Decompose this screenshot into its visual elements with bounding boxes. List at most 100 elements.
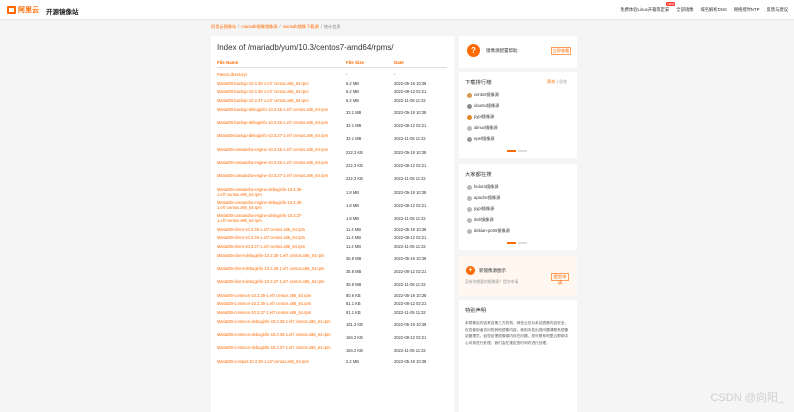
table-row: MariaDB-compat-10.3.35-1.el7.centos.x86_… xyxy=(217,359,447,365)
nav-item-trial[interactable]: 免费体验Linux开箱等定安 xyxy=(620,7,669,13)
table-row: MariaDB-common-10.3.35-1.el7.centos.x86_… xyxy=(217,293,447,299)
site-title: 开源镜像站 xyxy=(46,9,79,16)
nav-item-dns[interactable]: 域名解析DNS xyxy=(700,7,726,13)
file-date: - xyxy=(394,72,396,77)
file-size: 181.3 KB xyxy=(346,321,363,327)
popular-item-debian-ports[interactable]: debian-ports镜像源 xyxy=(467,228,510,234)
breadcrumb-mariadb-mirror[interactable]: mariadb镜像镜像源 xyxy=(241,24,277,30)
popular-item-deb[interactable]: deb镜像源 xyxy=(467,217,494,223)
breadcrumb-home[interactable]: 阿里云镜像站 xyxy=(211,24,236,30)
table-row: MariaDB-cassandra-engine-10.3.37-1.el7.c… xyxy=(217,173,447,184)
ranking-item-epel[interactable]: epel镜像源 xyxy=(467,136,494,142)
file-link[interactable]: MariaDB-backup-10.3.36-1.el7.centos.x86_… xyxy=(217,89,345,94)
nav-item-feedback[interactable]: 反馈与建议 xyxy=(767,7,788,13)
file-date: 2022-08-12 02:21 xyxy=(394,89,427,95)
nav-item-ntp[interactable]: 网络授时NTP xyxy=(734,7,760,13)
table-row: MariaDB-common-debuginfo-10.3.35-1.el7.c… xyxy=(217,319,447,330)
table-row: MariaDB-common-10.3.36-1.el7.centos.x86_… xyxy=(217,301,447,307)
download-ranking-card: 下载排行榜 周先 | 总先 centos镜像源 ubuntu镜像源 pypi镜像… xyxy=(459,72,577,158)
breadcrumb-separator: / xyxy=(320,24,322,29)
file-date: 2022-08-12 02:21 xyxy=(394,301,427,307)
file-link[interactable]: MariaDB-common-10.3.36-1.el7.centos.x86_… xyxy=(217,301,345,306)
file-link[interactable]: MariaDB-client-debuginfo-10.3.37-1.el7.c… xyxy=(217,279,345,284)
carousel-dots[interactable] xyxy=(507,150,527,152)
table-row: MariaDB-client-debuginfo-10.3.35-1.el7.c… xyxy=(217,253,447,264)
help-text: 镜像源配置帮助 xyxy=(486,48,518,53)
file-size: 35.8 MB xyxy=(346,255,362,261)
question-icon: ? xyxy=(467,44,480,57)
file-size: 33.1 MB xyxy=(346,136,362,142)
file-date: 2022-11-05 11:32 xyxy=(394,136,426,142)
submit-request-button[interactable]: 提交申请 xyxy=(551,273,569,285)
aliyun-logo[interactable]: 阿里云 xyxy=(7,5,39,15)
file-size: 1.8 MB xyxy=(346,189,359,195)
ranking-item-ubuntu[interactable]: ubuntu镜像源 xyxy=(467,103,499,109)
ubuntu-icon xyxy=(467,103,472,109)
ranking-item-alinux[interactable]: alinux镜像源 xyxy=(467,125,498,131)
pypi-icon xyxy=(467,114,472,120)
file-link[interactable]: MariaDB-common-debuginfo-10.3.37-1.el7.c… xyxy=(217,345,345,350)
file-link[interactable]: MariaDB-backup-10.3.37-1.el7.centos.x86_… xyxy=(217,98,345,103)
breadcrumb-mariadb-download[interactable]: mariadb镜像下载源 xyxy=(283,24,319,30)
file-link[interactable]: MariaDB-backup-debuginfo-10.3.36-1.el7.c… xyxy=(217,120,345,125)
new-badge: NEW xyxy=(666,2,676,6)
column-header-name: File Name xyxy=(217,60,239,65)
popular-item-pypi[interactable]: pypi镜像源 xyxy=(467,206,494,212)
breadcrumb-separator: / xyxy=(279,24,281,29)
file-size: 33.1 MB xyxy=(346,123,362,129)
file-link[interactable]: MariaDB-client-10.3.37-1.el7.centos.x86_… xyxy=(217,244,345,249)
popular-item-apache[interactable]: apache镜像源 xyxy=(467,195,500,201)
file-link[interactable]: Parent directory/ xyxy=(217,72,345,77)
tab-total[interactable]: 总先 xyxy=(559,79,567,84)
file-link[interactable]: MariaDB-common-debuginfo-10.3.35-1.el7.c… xyxy=(217,319,345,324)
file-date: 2022-08-12 02:21 xyxy=(394,235,427,241)
file-size: 184.2 KB xyxy=(346,334,363,340)
file-link[interactable]: MariaDB-backup-10.3.35-1.el7.centos.x86_… xyxy=(217,81,345,86)
file-size: 35.8 MB xyxy=(346,268,362,274)
file-link[interactable]: MariaDB-cassandra-engine-10.3.37-1.el7.c… xyxy=(217,173,345,178)
breadcrumb-current: 统计信息 xyxy=(323,24,341,29)
page-title: Index of /mariadb/yum/10.3/centos7-amd64… xyxy=(217,43,394,52)
table-row: MariaDB-backup-10.3.37-1.el7.centos.x86_… xyxy=(217,98,447,104)
apache-icon xyxy=(467,195,472,201)
file-link[interactable]: MariaDB-common-10.3.35-1.el7.centos.x86_… xyxy=(217,293,345,298)
file-link[interactable]: MariaDB-client-debuginfo-10.3.35-1.el7.c… xyxy=(217,253,345,258)
top-header: 阿里云 开源镜像站 免费体验Linux开箱等定安 全部镜像 域名解析DNS 网络… xyxy=(0,0,794,20)
popular-item-fedora[interactable]: fedora镜像源 xyxy=(467,184,498,190)
nav-item-all-mirrors[interactable]: 全部镜像 xyxy=(676,7,693,13)
table-row: MariaDB-backup-debuginfo-10.3.35-1.el7.c… xyxy=(217,107,447,118)
file-link[interactable]: MariaDB-client-10.3.36-1.el7.centos.x86_… xyxy=(217,235,345,240)
ranking-item-centos[interactable]: centos镜像源 xyxy=(467,92,499,98)
file-link[interactable]: MariaDB-cassandra-engine-debuginfo-10.3.… xyxy=(217,187,345,198)
file-link[interactable]: MariaDB-cassandra-engine-debuginfo-10.3.… xyxy=(217,213,345,224)
file-link[interactable]: MariaDB-client-10.3.35-1.el7.centos.x86_… xyxy=(217,227,345,232)
view-help-button[interactable]: 立即查看 xyxy=(551,47,571,55)
table-row: MariaDB-common-debuginfo-10.3.37-1.el7.c… xyxy=(217,345,447,356)
file-size: 2.2 MB xyxy=(346,358,359,364)
file-date: 2022-11-05 11:32 xyxy=(394,176,426,182)
file-link[interactable]: MariaDB-cassandra-engine-debuginfo-10.3.… xyxy=(217,200,345,211)
file-size: 35.8 MB xyxy=(346,282,362,288)
file-size: 6.2 MB xyxy=(346,89,359,95)
file-link[interactable]: MariaDB-client-debuginfo-10.3.36-1.el7.c… xyxy=(217,266,345,271)
alinux-icon xyxy=(467,125,472,131)
file-link[interactable]: MariaDB-common-10.3.37-1.el7.centos.x86_… xyxy=(217,310,345,315)
table-row: MariaDB-cassandra-engine-debuginfo-10.3.… xyxy=(217,200,447,211)
file-link[interactable]: MariaDB-cassandra-engine-10.3.36-1.el7.c… xyxy=(217,160,345,165)
file-link[interactable]: MariaDB-backup-debuginfo-10.3.35-1.el7.c… xyxy=(217,107,345,112)
file-size: 81.1 KB xyxy=(346,309,361,315)
logo-mark-icon xyxy=(7,6,16,14)
file-link[interactable]: MariaDB-compat-10.3.35-1.el7.centos.x86_… xyxy=(217,359,345,364)
notice-card: 特别声明 本镜像站内容来自第三方机构，网信云仅为本站镜像内容安全，仅供使用者访问… xyxy=(459,300,577,412)
tab-weekly[interactable]: 周先 xyxy=(547,79,555,84)
carousel-dots[interactable] xyxy=(507,242,527,244)
file-date: 2022-08-12 02:21 xyxy=(394,123,427,129)
popular-title: 大家都在搜 xyxy=(465,172,492,178)
file-link[interactable]: MariaDB-backup-debuginfo-10.3.37-1.el7.c… xyxy=(217,133,345,138)
fedora-icon xyxy=(467,184,472,190)
file-size: 1.8 MB xyxy=(346,216,359,222)
file-link[interactable]: MariaDB-common-debuginfo-10.3.36-1.el7.c… xyxy=(217,332,345,337)
ranking-item-pypi[interactable]: pypi镜像源 xyxy=(467,114,494,120)
file-link[interactable]: MariaDB-cassandra-engine-10.3.35-1.el7.c… xyxy=(217,147,345,152)
table-row: MariaDB-cassandra-engine-10.3.35-1.el7.c… xyxy=(217,147,447,158)
